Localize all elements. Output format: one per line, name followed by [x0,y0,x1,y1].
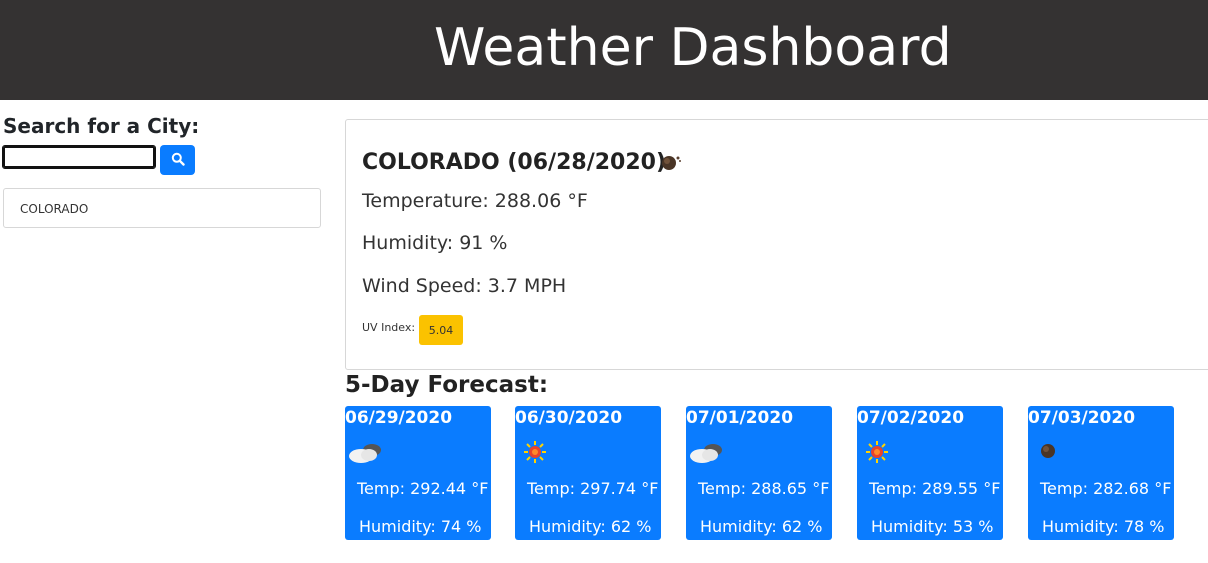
page-title: Weather Dashboard [434,18,952,78]
sun-icon [523,440,547,468]
forecast-date: 06/30/2020 [515,408,623,428]
current-temperature: Temperature: 288.06 °F [362,190,588,212]
cloud-icon [347,440,385,470]
forecast-date: 06/29/2020 [345,408,453,428]
forecast-date: 07/02/2020 [857,408,965,428]
forecast-card: 06/30/2020 Temp: 297.74 °F Humidity: 62 … [515,406,661,540]
current-humidity: Humidity: 91 % [362,232,508,254]
brown-orb-icon [1038,440,1058,464]
forecast-temp: Temp: 288.65 °F [698,479,830,498]
forecast-humidity: Humidity: 62 % [529,517,652,536]
uv-index-badge: 5.04 [419,315,463,345]
sun-icon [865,440,889,468]
city-search-input[interactable] [2,145,156,169]
brown-orb-icon [660,153,684,175]
forecast-heading: 5-Day Forecast: [345,372,549,398]
forecast-humidity: Humidity: 53 % [871,517,994,536]
search-history-list: COLORADO [3,188,321,228]
forecast-temp: Temp: 292.44 °F [357,479,489,498]
forecast-card: 07/03/2020 Temp: 282.68 °F Humidity: 78 … [1028,406,1174,540]
cloud-icon [688,440,726,470]
header-bar: Weather Dashboard [0,0,1208,100]
forecast-humidity: Humidity: 62 % [700,517,823,536]
forecast-card: 06/29/2020 Temp: 292.44 °F Humidity: 74 … [345,406,491,540]
forecast-temp: Temp: 297.74 °F [527,479,659,498]
search-button[interactable] [160,145,195,175]
search-icon [171,152,185,169]
history-item-colorado[interactable]: COLORADO [20,202,88,216]
current-city-title: COLORADO (06/28/2020) [362,150,667,175]
forecast-temp: Temp: 282.68 °F [1040,479,1172,498]
search-label: Search for a City: [3,114,200,138]
current-wind-speed: Wind Speed: 3.7 MPH [362,275,567,297]
current-weather-card: COLORADO (06/28/2020) Temperature: 288.0… [345,119,1208,370]
forecast-humidity: Humidity: 78 % [1042,517,1165,536]
forecast-humidity: Humidity: 74 % [359,517,482,536]
uv-index-label: UV Index: [362,321,416,334]
forecast-card: 07/02/2020 Temp: 289.55 °F Humidity: 53 … [857,406,1003,540]
forecast-temp: Temp: 289.55 °F [869,479,1001,498]
forecast-card: 07/01/2020 Temp: 288.65 °F Humidity: 62 … [686,406,832,540]
forecast-date: 07/03/2020 [1028,408,1136,428]
forecast-date: 07/01/2020 [686,408,794,428]
